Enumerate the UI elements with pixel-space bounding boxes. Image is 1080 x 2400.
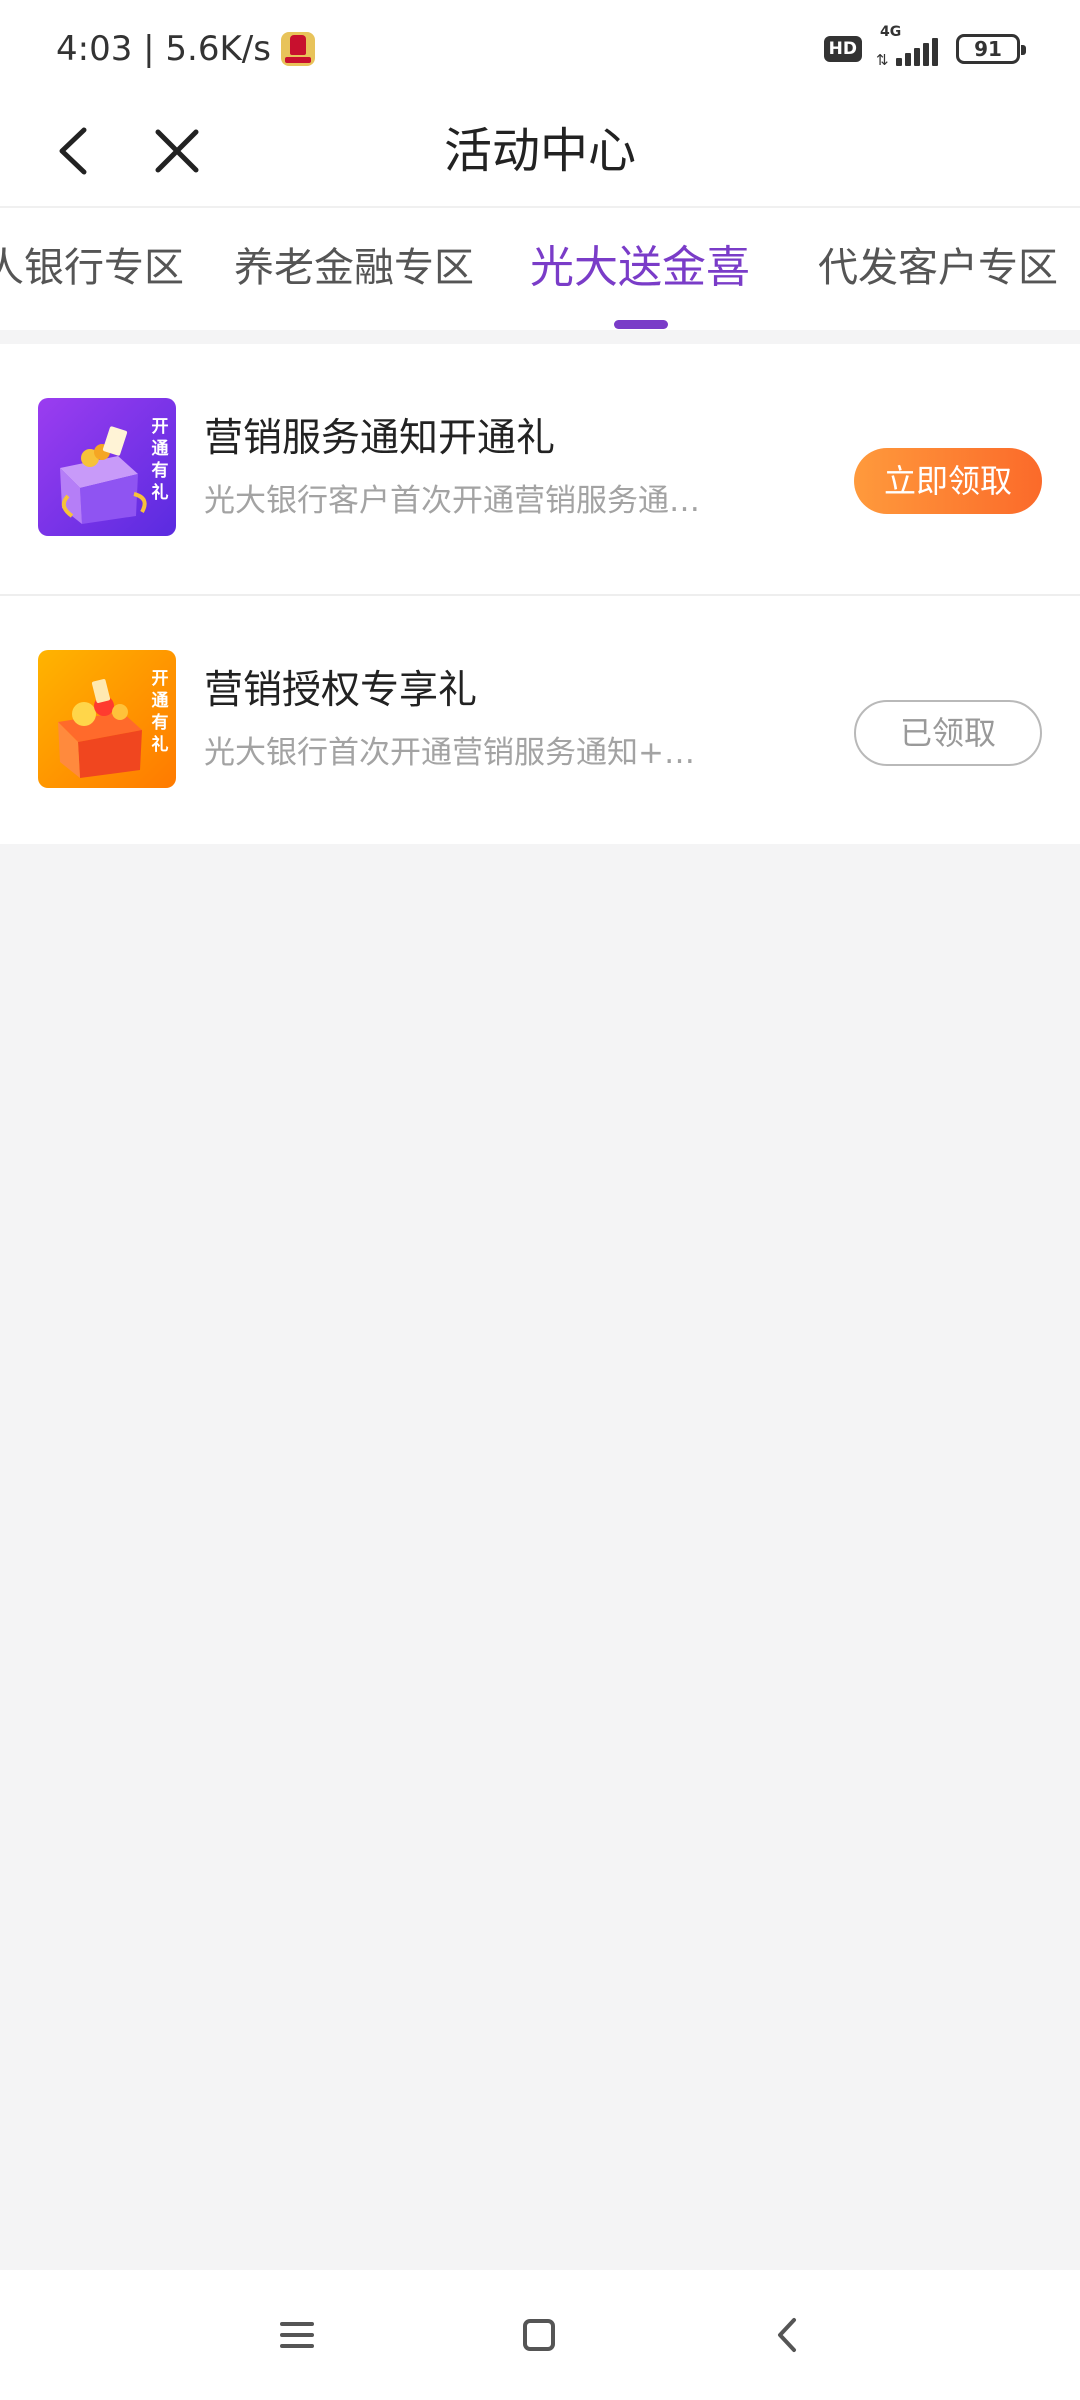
signal-bars-icon [896,38,938,66]
active-tab-indicator [614,320,668,329]
list-item[interactable]: 开 通 有 礼 营销授权专享礼 光大银行首次开通营销服务通知+… 已领取 [0,594,1080,844]
tab-payroll-customers[interactable]: 代发客户专区 [818,238,1058,298]
svg-text:有: 有 [152,460,169,481]
tab-bar: 人银行专区 养老金融专区 光大送金喜 代发客户专区 [0,206,1080,330]
data-arrows-icon: ⇅ [876,51,889,69]
tab-personal-banking[interactable]: 人银行专区 [0,238,184,298]
svg-text:通: 通 [152,691,169,711]
hd-badge: HD [823,36,862,62]
system-back-button[interactable] [752,2300,822,2370]
gift-box-icon: 开 通 有 礼 [38,650,176,788]
battery-icon: 91 [956,34,1026,64]
header: 活动中心 [0,96,1080,206]
system-nav-bar [0,2270,1080,2400]
item-description: 光大银行首次开通营销服务通知+… [204,735,695,771]
status-time-speed: 4:03 | 5.6K/s [56,29,271,69]
item-title: 营销服务通知开通礼 [204,416,556,461]
status-bar: 4:03 | 5.6K/s HD 4G ⇅ 91 [0,0,1080,96]
back-chevron-icon [778,2318,796,2352]
svg-text:有: 有 [152,712,169,733]
page-title: 活动中心 [443,123,636,179]
item-title: 营销授权专享礼 [204,668,478,713]
status-right: HD 4G ⇅ 91 [823,24,1026,70]
gift-box-icon: 开 通 有 礼 [38,398,176,536]
signal-icon: 4G ⇅ [876,24,942,69]
item-description: 光大银行客户首次开通营销服务通… [204,483,700,519]
svg-text:通: 通 [152,439,169,459]
svg-text:开: 开 [152,669,169,689]
app-notification-icon [280,32,315,66]
claimed-button[interactable]: 已领取 [854,700,1042,766]
menu-button[interactable] [262,2300,332,2370]
status-left: 4:03 | 5.6K/s [56,26,315,72]
tab-pension-finance[interactable]: 养老金融专区 [234,238,474,298]
tab-everbright-gift[interactable]: 光大送金喜 [530,238,750,298]
svg-text:礼: 礼 [152,734,169,755]
menu-icon [280,2322,314,2348]
claim-now-button[interactable]: 立即领取 [854,448,1042,514]
list-item[interactable]: 开 通 有 礼 营销服务通知开通礼 光大银行客户首次开通营销服务通… 立即领取 [0,344,1080,594]
home-button[interactable] [504,2300,574,2370]
activity-list: 开 通 有 礼 营销服务通知开通礼 光大银行客户首次开通营销服务通… 立即领取 [0,344,1080,844]
home-square-icon [523,2319,555,2351]
battery-level: 91 [974,37,1002,61]
svg-text:开: 开 [152,417,169,437]
svg-text:礼: 礼 [152,482,169,503]
